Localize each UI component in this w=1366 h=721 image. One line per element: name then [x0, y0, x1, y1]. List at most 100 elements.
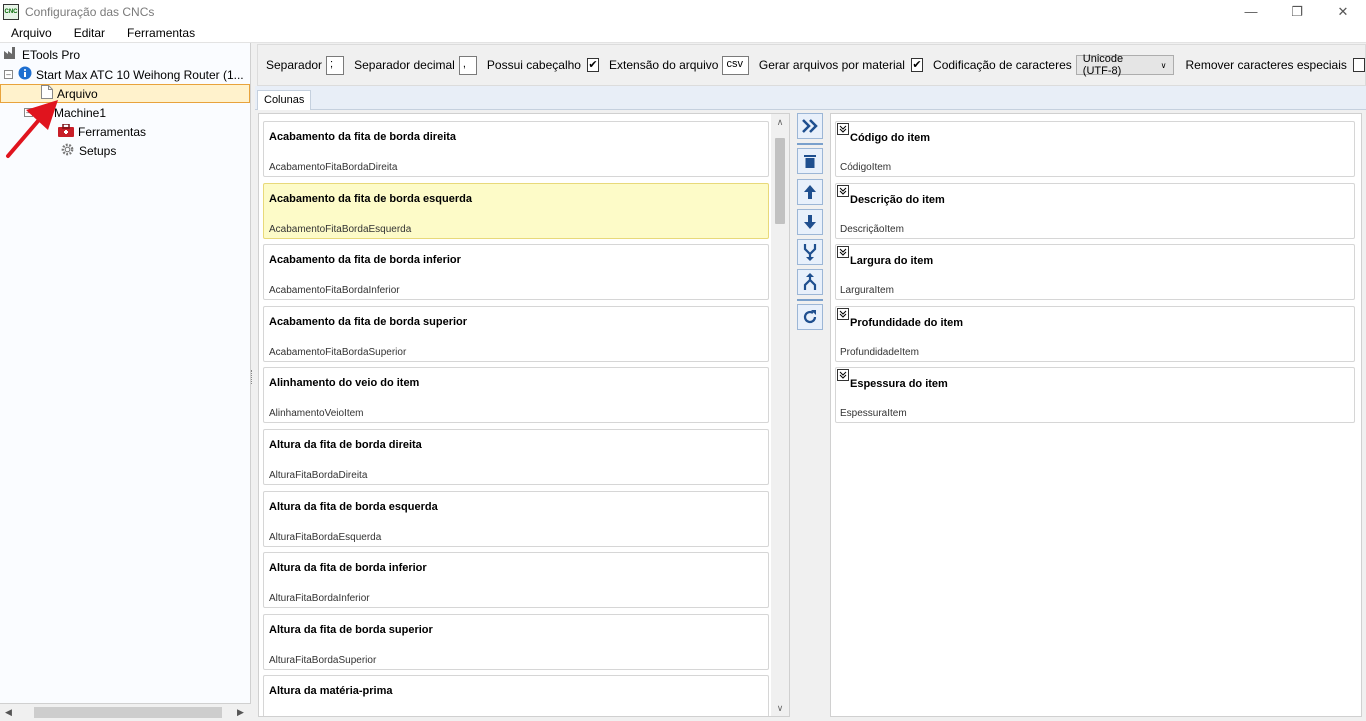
double-chevron-right-icon	[802, 119, 818, 133]
selected-column-item[interactable]: Código do item CódigoItem	[835, 121, 1355, 177]
menu-ferramentas[interactable]: Ferramentas	[116, 23, 206, 43]
selected-column-item[interactable]: Largura do item LarguraItem	[835, 244, 1355, 301]
available-column-item[interactable]: Acabamento da fita de borda direita Acaba…	[263, 121, 769, 177]
column-actions	[795, 113, 825, 353]
header-checkbox[interactable]: ✔	[586, 58, 600, 72]
selected-columns-list: Código do item CódigoItem Descrição do ite…	[830, 113, 1362, 717]
tab-strip: Colunas	[255, 86, 1366, 110]
encoding-label: Codificação de caracteres	[933, 58, 1072, 72]
close-button[interactable]: ✕	[1320, 0, 1366, 23]
merge-icon	[803, 244, 817, 261]
column-key: DescriçãoItem	[840, 223, 904, 235]
column-key: AlinhamentoVeioItem	[269, 408, 364, 420]
scroll-up-arrow-icon[interactable]: ∧	[771, 114, 789, 130]
minimize-button[interactable]: —	[1228, 0, 1274, 23]
tree-label-arquivo: Arquivo	[57, 86, 98, 101]
tab-colunas[interactable]: Colunas	[257, 90, 312, 110]
reset-button[interactable]	[797, 304, 823, 330]
encoding-value: Unicode (UTF-8)	[1082, 53, 1124, 77]
available-column-item[interactable]: Altura da fita de borda direita AlturaFit…	[263, 429, 769, 485]
chevron-down-icon: ∨	[1160, 60, 1167, 70]
separator-label: Separador	[266, 58, 323, 72]
column-title: Acabamento da fita de borda inferior	[269, 254, 461, 267]
available-column-item[interactable]: Acabamento da fita de borda esquerda Acab…	[263, 182, 769, 239]
factory-icon	[4, 47, 18, 62]
available-column-item[interactable]: Altura da fita de borda inferior AlturaFi…	[263, 552, 769, 609]
column-key: AcabamentoFitaBordaDireita	[269, 162, 398, 173]
extension-input[interactable]: csv	[722, 55, 749, 75]
separator	[797, 299, 823, 301]
expand-chevron-icon[interactable]	[837, 246, 849, 259]
scroll-thumb[interactable]	[775, 138, 785, 224]
column-title: Espessura do item	[850, 378, 948, 391]
move-up-button[interactable]	[797, 179, 823, 205]
scroll-right-arrow-icon[interactable]: ▶	[232, 704, 249, 721]
remove-special-checkbox[interactable]	[1352, 58, 1365, 72]
tree-item-setups[interactable]: Setups	[60, 141, 116, 160]
available-column-item[interactable]: Altura da fita de borda esquerda AlturaFi…	[263, 490, 769, 547]
column-key: CódigoItem	[840, 162, 892, 173]
split-button[interactable]	[797, 269, 823, 295]
refresh-icon	[803, 310, 817, 324]
remove-special-label: Remover caracteres especiais	[1185, 58, 1347, 72]
menu-arquivo[interactable]: Arquivo	[0, 23, 63, 43]
window-title: Configuração das CNCs	[25, 4, 155, 19]
expand-chevron-icon[interactable]	[837, 123, 849, 135]
selected-column-item[interactable]: Espessura do item EspessuraItem	[835, 367, 1355, 424]
separator-input[interactable]: ;	[326, 55, 345, 75]
restore-button[interactable]: ❐	[1274, 0, 1320, 23]
merge-button[interactable]	[797, 239, 823, 265]
available-column-item[interactable]: Acabamento da fita de borda superior Acab…	[263, 305, 769, 362]
menu-bar: Arquivo Editar Ferramentas	[0, 23, 1366, 43]
tree-horizontal-scrollbar[interactable]: ◀ ▶	[0, 703, 251, 720]
column-title: Largura do item	[850, 255, 934, 268]
scroll-thumb[interactable]	[34, 707, 222, 718]
encoding-select[interactable]: Unicode (UTF-8) ∨	[1075, 53, 1174, 77]
columns-editor: Altura da matéria-prima Altura da fita de…	[255, 110, 1366, 720]
column-key: AlturaFitaBordaDireita	[269, 470, 368, 481]
arrow-up-icon	[804, 185, 816, 199]
tree-label-machine: Start Max ATC 10 Weihong Router (1...	[36, 67, 244, 82]
per-material-checkbox[interactable]: ✔	[910, 58, 924, 72]
toolbox-icon	[58, 122, 74, 140]
available-columns-list: Altura da matéria-prima Altura da fita de…	[258, 113, 790, 717]
available-column-item[interactable]: Altura da fita de borda superior AlturaFi…	[263, 613, 769, 670]
menu-editar[interactable]: Editar	[63, 23, 116, 43]
expand-chevron-icon[interactable]	[837, 369, 849, 382]
options-toolbar: Separador ; Separador decimal , Possui c…	[257, 44, 1366, 86]
column-title: Altura da fita de borda inferior	[269, 562, 427, 575]
tree-item-arquivo[interactable]: Arquivo	[0, 84, 250, 103]
vertical-scrollbar[interactable]: ∧ ∨	[771, 114, 789, 716]
move-down-button[interactable]	[797, 209, 823, 235]
column-title: Profundidade do item	[850, 316, 964, 329]
column-title: Altura da fita de borda superior	[269, 623, 433, 636]
column-title: Acabamento da fita de borda esquerda	[269, 192, 472, 205]
expand-chevron-icon[interactable]	[837, 307, 849, 320]
scroll-left-arrow-icon[interactable]: ◀	[0, 704, 17, 721]
column-title: Acabamento da fita de borda direita	[269, 131, 457, 143]
selected-column-item[interactable]: Profundidade do item ProfundidadeItem	[835, 305, 1355, 362]
per-material-label: Gerar arquivos por material	[758, 58, 905, 72]
available-column-item[interactable]: Acabamento da fita de borda inferior Acab…	[263, 244, 769, 301]
tree-item-root[interactable]: ETools Pro	[4, 45, 80, 64]
collapse-toggle[interactable]: –	[4, 70, 13, 79]
separator	[797, 143, 823, 145]
column-title: Descrição do item	[850, 193, 945, 206]
decimal-separator-input[interactable]: ,	[458, 55, 477, 75]
tree-item-ferramentas[interactable]: + Ferramentas	[44, 122, 146, 141]
scroll-down-arrow-icon[interactable]: ∨	[771, 700, 789, 716]
available-column-item[interactable]: Alinhamento do veio do item AlinhamentoVe…	[263, 367, 769, 424]
expand-chevron-icon[interactable]	[837, 184, 849, 197]
collapse-toggle[interactable]: –	[24, 108, 33, 117]
column-title: Código do item	[850, 132, 931, 144]
tree-item-machine1[interactable]: – Machine1	[24, 103, 106, 122]
add-column-button[interactable]	[797, 113, 823, 139]
column-title: Altura da fita de borda direita	[269, 439, 422, 451]
available-column-item[interactable]: Altura da matéria-prima	[263, 675, 769, 716]
remove-column-button[interactable]	[797, 148, 823, 174]
tree-item-machine[interactable]: – Start Max ATC 10 Weihong Router (1...	[4, 65, 244, 84]
selected-column-item[interactable]: Descrição do item DescriçãoItem	[835, 182, 1355, 239]
trash-icon	[804, 155, 816, 168]
column-key: AlturaFitaBordaEsquerda	[269, 531, 382, 543]
arrow-down-icon	[804, 215, 816, 229]
